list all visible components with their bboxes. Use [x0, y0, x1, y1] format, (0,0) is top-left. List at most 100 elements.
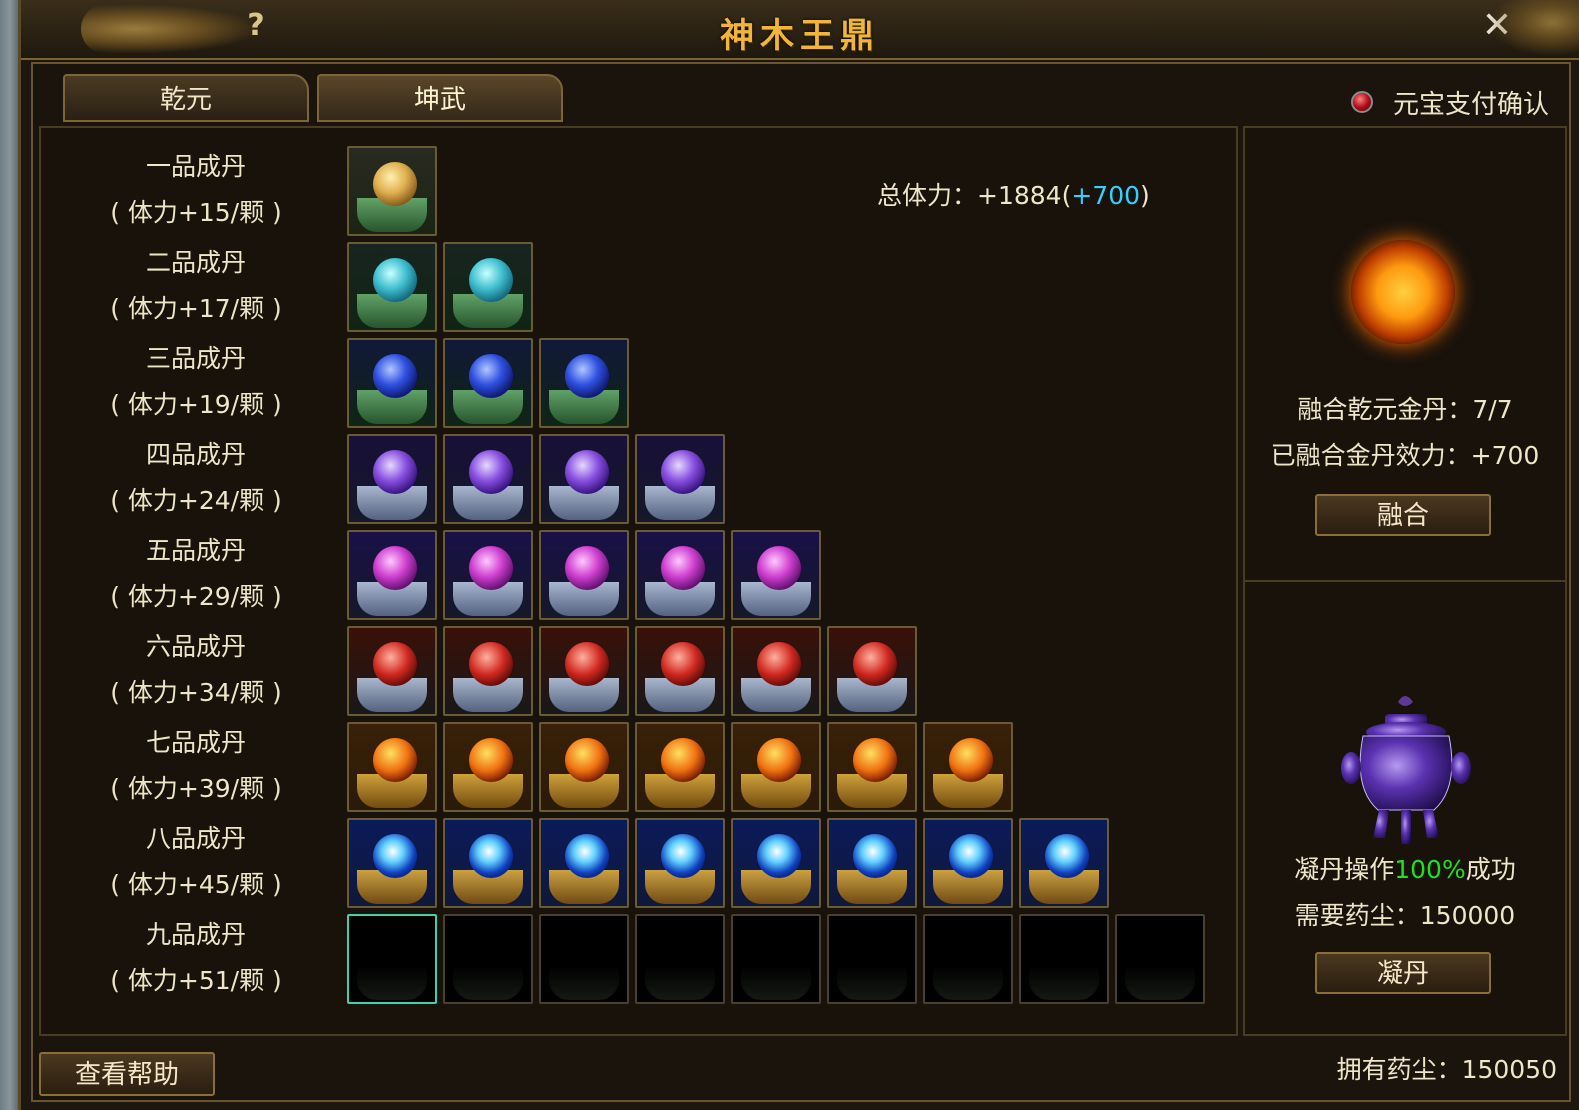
tab-qianyuan[interactable]: 乾元 — [63, 74, 309, 122]
condense-success-suffix: 成功 — [1465, 855, 1516, 884]
radio-icon[interactable] — [1350, 91, 1373, 113]
empty-pill-slot[interactable] — [1019, 914, 1109, 1004]
pill-slot[interactable] — [347, 434, 437, 524]
pill-slot[interactable] — [443, 818, 533, 908]
pill-slot[interactable] — [923, 722, 1013, 812]
pill-slot[interactable] — [635, 530, 725, 620]
pill-slot[interactable] — [827, 626, 917, 716]
pill-slot[interactable] — [539, 530, 629, 620]
grade-name: 九品成丹 — [145, 920, 246, 949]
pill-slot[interactable] — [443, 530, 533, 620]
payment-confirm-toggle[interactable]: 元宝支付确认 — [1350, 84, 1549, 120]
total-stamina: 总体力：+1884(+700) — [877, 176, 1150, 212]
pill-orb-icon — [757, 642, 801, 686]
pill-slot[interactable] — [731, 722, 821, 812]
fusion-effect: 已融合金丹效力：+700 — [1270, 441, 1540, 470]
pill-orb-icon — [469, 354, 513, 398]
vessel-icon — [549, 966, 619, 1000]
pill-grid-panel: 总体力：+1884(+700) 一品成丹 ( 体力+15/颗 ) 二品成丹 ( 体力+… — [39, 126, 1238, 1036]
vessel-icon — [837, 966, 907, 1000]
pill-orb-icon — [373, 738, 417, 782]
tab-kunwu[interactable]: 坤武 — [317, 74, 563, 122]
pill-orb-icon — [469, 738, 513, 782]
empty-pill-slot[interactable] — [827, 914, 917, 1004]
pill-orb-icon — [373, 354, 417, 398]
pill-slot[interactable] — [1019, 818, 1109, 908]
empty-pill-slot[interactable] — [539, 914, 629, 1004]
pill-orb-icon — [661, 546, 705, 590]
pill-slot[interactable] — [347, 242, 437, 332]
pill-slot[interactable] — [347, 626, 437, 716]
pill-slot[interactable] — [635, 722, 725, 812]
pill-orb-icon — [949, 738, 993, 782]
pill-slot[interactable] — [539, 338, 629, 428]
fusion-count: 融合乾元金丹：7/7 — [1297, 395, 1513, 424]
pill-orb-icon — [373, 162, 417, 206]
pill-slot[interactable] — [347, 146, 437, 236]
pill-slot[interactable] — [635, 434, 725, 524]
pill-slot[interactable] — [827, 722, 917, 812]
pill-orb-icon — [661, 738, 705, 782]
condense-button[interactable]: 凝丹 — [1315, 952, 1491, 994]
pill-slot[interactable] — [347, 530, 437, 620]
pill-slot[interactable] — [443, 722, 533, 812]
pill-orb-icon — [469, 450, 513, 494]
vessel-icon — [453, 966, 523, 1000]
grade-bonus: ( 体力+15/颗 ) — [110, 198, 282, 227]
grade-bonus: ( 体力+19/颗 ) — [110, 390, 282, 419]
pill-slot[interactable] — [539, 818, 629, 908]
pill-orb-icon — [565, 546, 609, 590]
fuse-button[interactable]: 融合 — [1315, 494, 1491, 536]
title-bar: ? 神木王鼎 ✕ — [21, 0, 1579, 60]
main-frame: 乾元 坤武 元宝支付确认 总体力：+1884(+700) 一品成丹 ( 体力+15… — [31, 62, 1571, 1102]
grade-name: 八品成丹 — [145, 824, 246, 853]
pill-slot[interactable] — [443, 338, 533, 428]
pill-slot[interactable] — [539, 722, 629, 812]
pill-slot[interactable] — [731, 818, 821, 908]
pill-orb-icon — [853, 642, 897, 686]
vessel-icon — [741, 966, 811, 1000]
pill-slot[interactable] — [635, 626, 725, 716]
grade-bonus: ( 体力+51/颗 ) — [110, 966, 282, 995]
pill-slot[interactable] — [827, 818, 917, 908]
pill-orb-icon — [949, 834, 993, 878]
grade-name: 七品成丹 — [145, 728, 246, 757]
pill-orb-icon — [1045, 834, 1089, 878]
owned-dust: 拥有药尘：150050 — [1336, 1055, 1557, 1084]
pill-orb-icon — [469, 834, 513, 878]
pill-slot[interactable] — [731, 626, 821, 716]
pill-slot[interactable] — [731, 530, 821, 620]
pill-orb-icon — [469, 546, 513, 590]
pill-orb-icon — [661, 642, 705, 686]
pill-slot[interactable] — [635, 818, 725, 908]
pill-orb-icon — [469, 258, 513, 302]
empty-pill-slot[interactable] — [1115, 914, 1205, 1004]
pill-slot[interactable] — [443, 434, 533, 524]
pill-slot[interactable] — [539, 626, 629, 716]
empty-pill-slot[interactable] — [443, 914, 533, 1004]
empty-pill-slot[interactable] — [923, 914, 1013, 1004]
window-title: 神木王鼎 — [720, 16, 880, 56]
grade-bonus: ( 体力+34/颗 ) — [110, 678, 282, 707]
pill-slot[interactable] — [923, 818, 1013, 908]
pill-slot[interactable] — [443, 626, 533, 716]
condense-success-rate: 100% — [1394, 855, 1466, 884]
pill-slot[interactable] — [539, 434, 629, 524]
empty-pill-slot[interactable] — [635, 914, 725, 1004]
total-stamina-bonus: +700 — [1071, 181, 1141, 210]
pill-orb-icon — [565, 738, 609, 782]
view-help-button[interactable]: 查看帮助 — [39, 1052, 215, 1096]
cauldron-icon — [1341, 696, 1471, 844]
grade-name: 三品成丹 — [145, 344, 246, 373]
panel-divider — [1245, 580, 1565, 582]
empty-pill-slot[interactable] — [347, 914, 437, 1004]
pill-slot[interactable] — [347, 338, 437, 428]
empty-pill-slot[interactable] — [731, 914, 821, 1004]
pill-slot[interactable] — [347, 818, 437, 908]
condense-cost: 需要药尘：150000 — [1294, 901, 1516, 930]
pill-orb-icon — [565, 642, 609, 686]
grade-name: 五品成丹 — [145, 536, 246, 565]
pill-slot[interactable] — [347, 722, 437, 812]
pill-orb-icon — [565, 834, 609, 878]
pill-slot[interactable] — [443, 242, 533, 332]
